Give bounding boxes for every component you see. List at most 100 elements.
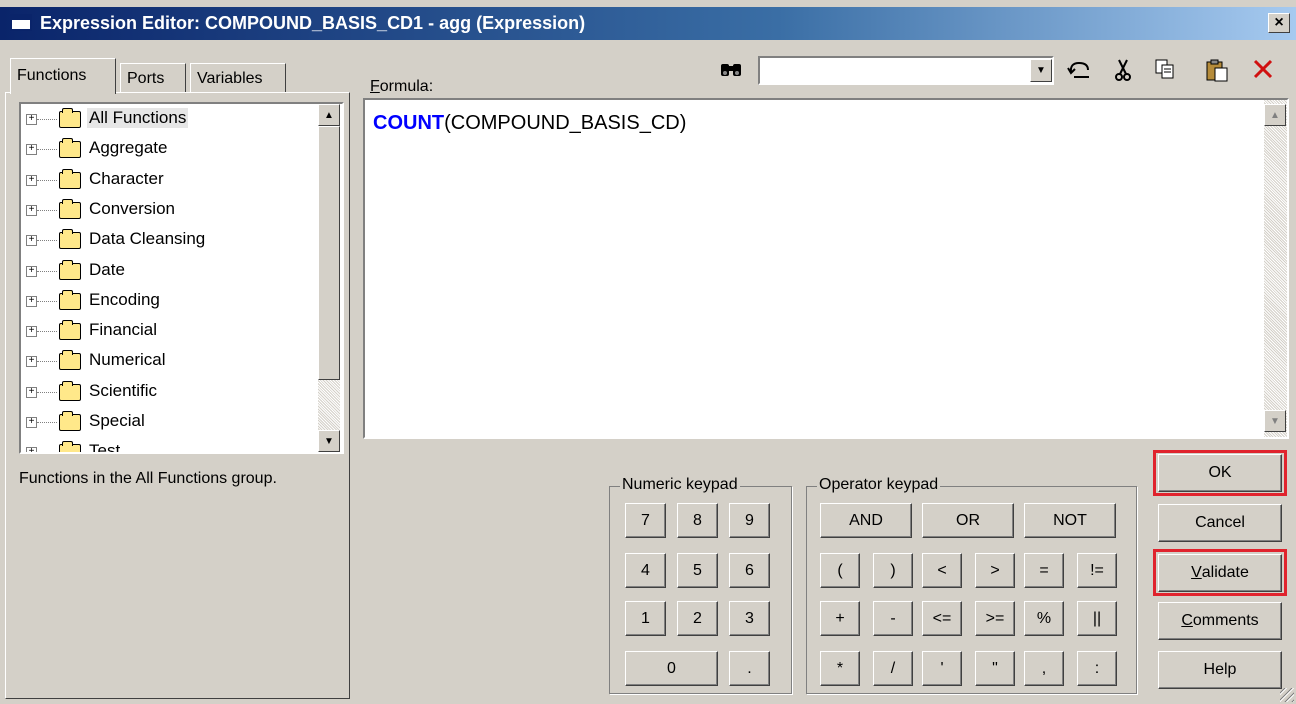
tree-item-label: Financial <box>89 320 158 340</box>
expand-plus-icon[interactable]: + <box>26 447 37 452</box>
numeric-key[interactable]: 4 <box>625 553 666 588</box>
tree-connector <box>37 300 57 302</box>
tree-item[interactable]: + Date <box>21 258 321 286</box>
help-button[interactable]: Help <box>1158 651 1282 689</box>
function-tree[interactable]: + All Functions + Aggregate + Character + Conve… <box>19 102 344 454</box>
operator-key[interactable]: != <box>1077 553 1117 588</box>
tab-variables[interactable]: Variables <box>190 63 286 93</box>
folder-icon <box>59 198 81 219</box>
tree-item-label: Scientific <box>89 380 158 400</box>
validate-button[interactable]: Validate <box>1158 554 1282 592</box>
binoculars-icon[interactable] <box>718 58 744 84</box>
tab-functions[interactable]: Functions <box>10 58 116 94</box>
resize-grip-icon[interactable] <box>1280 688 1294 702</box>
tree-item[interactable]: + Conversion <box>21 197 321 225</box>
title-bar[interactable]: Expression Editor: COMPOUND_BASIS_CD1 - … <box>0 7 1296 40</box>
formula-scroll-down-icon[interactable]: ▼ <box>1264 410 1286 432</box>
operator-key[interactable]: < <box>922 553 962 588</box>
expand-plus-icon[interactable]: + <box>26 356 37 368</box>
operator-key[interactable]: " <box>975 651 1015 686</box>
tree-connector <box>37 209 57 211</box>
operator-key[interactable]: / <box>873 651 913 686</box>
scroll-up-arrow-icon[interactable]: ▲ <box>318 104 340 126</box>
operator-key[interactable]: % <box>1024 601 1064 636</box>
folder-icon <box>59 138 81 159</box>
numeric-key[interactable]: 2 <box>677 601 718 636</box>
expand-plus-icon[interactable]: + <box>26 326 37 338</box>
operator-key[interactable]: AND <box>820 503 912 538</box>
tree-item-label: Aggregate <box>89 138 168 158</box>
tree-item[interactable]: + Character <box>21 167 321 195</box>
tree-item[interactable]: + Scientific <box>21 379 321 407</box>
tree-connector <box>37 361 57 363</box>
paste-icon[interactable] <box>1204 58 1230 84</box>
formula-editor[interactable]: COUNT(COMPOUND_BASIS_CD) ▲ ▼ <box>363 98 1289 439</box>
formula-scrollbar[interactable] <box>1264 100 1287 437</box>
cut-icon[interactable] <box>1110 58 1136 84</box>
operator-key[interactable]: - <box>873 601 913 636</box>
close-button[interactable]: × <box>1268 13 1290 33</box>
undo-icon[interactable] <box>1066 58 1092 84</box>
tree-connector <box>37 422 57 423</box>
find-combobox[interactable]: ▼ <box>758 56 1054 85</box>
expand-plus-icon[interactable]: + <box>26 265 37 277</box>
operator-key[interactable]: : <box>1077 651 1117 686</box>
expand-plus-icon[interactable]: + <box>26 144 37 156</box>
expand-plus-icon[interactable]: + <box>26 114 37 125</box>
numeric-key[interactable]: 1 <box>625 601 666 636</box>
tree-item[interactable]: + Encoding <box>21 288 321 316</box>
operator-key[interactable]: = <box>1024 553 1064 588</box>
tree-item-label: Test <box>89 441 121 454</box>
formula-text[interactable]: COUNT(COMPOUND_BASIS_CD) <box>373 112 686 135</box>
operator-key[interactable]: + <box>820 601 860 636</box>
numeric-key[interactable]: 0 <box>625 651 718 686</box>
numeric-key[interactable]: 7 <box>625 503 666 538</box>
tree-item-label: Conversion <box>89 198 175 218</box>
scrollbar-thumb[interactable] <box>318 126 340 380</box>
tree-item[interactable]: + Aggregate <box>21 136 321 164</box>
tab-ports[interactable]: Ports <box>120 63 186 93</box>
numeric-key[interactable]: 6 <box>729 553 770 588</box>
comments-button[interactable]: Comments <box>1158 602 1282 640</box>
operator-key[interactable]: NOT <box>1024 503 1116 538</box>
cancel-button[interactable]: Cancel <box>1158 504 1282 542</box>
tree-item[interactable]: + Numerical <box>21 348 321 376</box>
numeric-key[interactable]: . <box>729 651 770 686</box>
folder-icon <box>59 320 81 341</box>
expand-plus-icon[interactable]: + <box>26 417 37 428</box>
tree-item[interactable]: + Financial <box>21 318 321 346</box>
operator-key[interactable]: <= <box>922 601 962 636</box>
expand-plus-icon[interactable]: + <box>26 295 37 307</box>
operator-key[interactable]: > <box>975 553 1015 588</box>
operator-key[interactable]: ) <box>873 553 913 588</box>
numeric-key[interactable]: 3 <box>729 601 770 636</box>
expand-plus-icon[interactable]: + <box>26 235 37 247</box>
operator-key[interactable]: * <box>820 651 860 686</box>
tree-item[interactable]: + All Functions <box>21 106 321 134</box>
expand-plus-icon[interactable]: + <box>26 386 37 398</box>
folder-icon <box>59 411 81 431</box>
operator-key[interactable]: ( <box>820 553 860 588</box>
copy-icon[interactable] <box>1152 58 1178 84</box>
numeric-key[interactable]: 9 <box>729 503 770 538</box>
tree-item[interactable]: + Test <box>21 439 321 454</box>
numeric-key[interactable]: 5 <box>677 553 718 588</box>
expand-plus-icon[interactable]: + <box>26 174 37 186</box>
formula-scroll-up-icon[interactable]: ▲ <box>1264 104 1286 126</box>
operator-key[interactable]: , <box>1024 651 1064 686</box>
tree-connector <box>37 331 57 333</box>
delete-icon[interactable] <box>1250 58 1276 84</box>
tree-item[interactable]: + Special <box>21 409 321 437</box>
operator-key[interactable]: OR <box>922 503 1014 538</box>
ok-button[interactable]: OK <box>1158 454 1282 492</box>
tree-item[interactable]: + Data Cleansing <box>21 227 321 255</box>
numeric-key[interactable]: 8 <box>677 503 718 538</box>
operator-key[interactable]: >= <box>975 601 1015 636</box>
expand-plus-icon[interactable]: + <box>26 204 37 216</box>
scroll-down-arrow-icon[interactable]: ▼ <box>318 430 340 452</box>
folder-icon <box>59 350 81 371</box>
combobox-dropdown-icon[interactable]: ▼ <box>1030 59 1052 82</box>
operator-key[interactable]: ' <box>922 651 962 686</box>
operator-key[interactable]: || <box>1077 601 1117 636</box>
folder-icon <box>59 289 81 310</box>
